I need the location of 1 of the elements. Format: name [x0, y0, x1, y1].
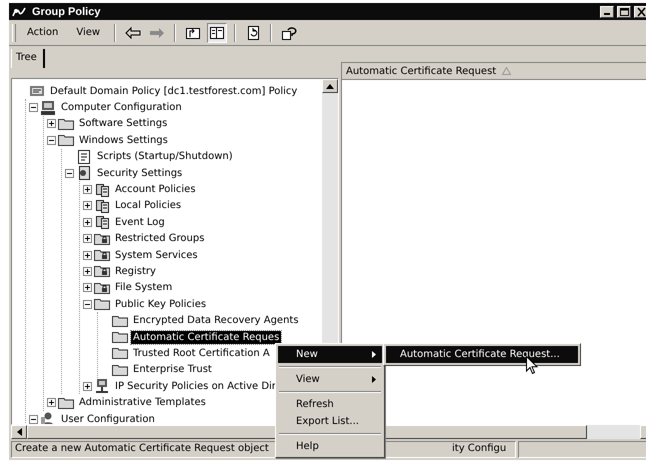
window-title: Group Policy: [32, 6, 100, 18]
